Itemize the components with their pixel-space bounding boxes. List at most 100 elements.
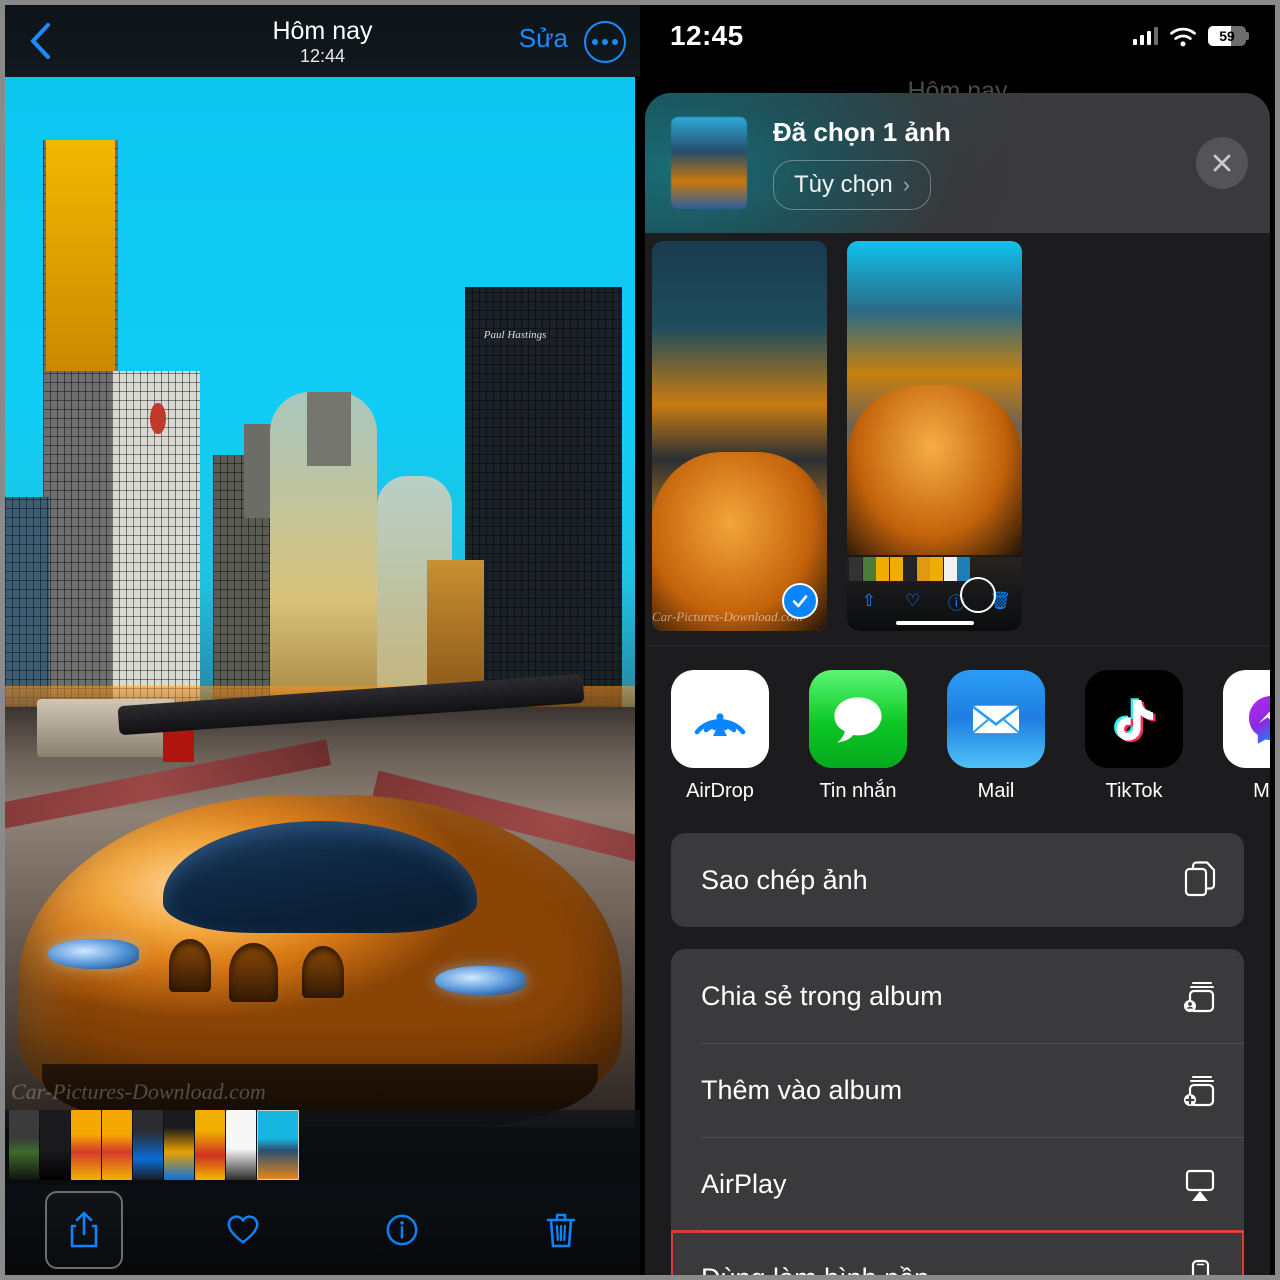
tiktok-icon bbox=[1085, 670, 1183, 768]
hood-vent bbox=[168, 939, 212, 992]
share-button-focus-ring bbox=[45, 1191, 124, 1269]
mini-heart-icon: ♡ bbox=[905, 591, 921, 610]
airdrop-icon bbox=[671, 670, 769, 768]
selection-count-label: Đã chọn 1 ảnh bbox=[773, 116, 951, 147]
heart-icon bbox=[227, 1215, 259, 1244]
preview-card-selected[interactable]: Car-Pictures-Download.com bbox=[652, 241, 827, 631]
status-time: 12:45 bbox=[670, 20, 744, 51]
delete-button[interactable] bbox=[481, 1185, 640, 1275]
photo-watermark: Car-Pictures-Download.com bbox=[11, 1079, 266, 1104]
action-share-in-album[interactable]: Chia sẻ trong album bbox=[671, 949, 1244, 1043]
home-indicator bbox=[895, 621, 974, 625]
action-copy-photo[interactable]: Sao chép ảnh bbox=[671, 833, 1244, 927]
selected-photo-thumbnail bbox=[671, 117, 747, 209]
action-add-to-album[interactable]: Thêm vào album bbox=[671, 1043, 1244, 1137]
share-target-label: Mail bbox=[977, 780, 1015, 802]
filmstrip-thumbnail[interactable] bbox=[102, 1110, 132, 1180]
rooftop-structure bbox=[307, 392, 352, 466]
mini-share-icon: ⇧ bbox=[861, 591, 876, 610]
dual-screenshot-comparison: Hôm nay 12:44 Sửa Paul Hastings Car-Pict… bbox=[0, 0, 1280, 1280]
filmstrip-thumbnail[interactable] bbox=[164, 1110, 194, 1180]
filmstrip-thumbnail-selected[interactable] bbox=[257, 1110, 299, 1180]
filmstrip-thumbnail[interactable] bbox=[40, 1110, 70, 1180]
share-target-messages[interactable]: Tin nhắn bbox=[809, 670, 907, 803]
left-phone-screenshot: Hôm nay 12:44 Sửa Paul Hastings Car-Pict… bbox=[0, 0, 640, 1280]
rooftop-scene bbox=[5, 673, 635, 1127]
filmstrip-thumbnail[interactable] bbox=[71, 1110, 101, 1180]
battery-percentage: 59 bbox=[1219, 28, 1235, 44]
info-circle-icon bbox=[386, 1214, 418, 1246]
action-group-album: Chia sẻ trong album Thêm vào album AirPl… bbox=[671, 949, 1244, 1275]
share-button[interactable] bbox=[5, 1185, 164, 1275]
hood-vent bbox=[301, 945, 345, 999]
photo-filmstrip[interactable] bbox=[5, 1110, 640, 1185]
action-airplay[interactable]: AirPlay bbox=[671, 1137, 1244, 1231]
car-windshield bbox=[162, 821, 478, 933]
checkmark-circle-icon bbox=[792, 595, 808, 608]
share-target-mail[interactable]: Mail bbox=[947, 670, 1045, 803]
selected-checkmark[interactable] bbox=[782, 583, 818, 619]
messenger-icon bbox=[1223, 670, 1270, 768]
share-target-label: TikTok bbox=[1105, 780, 1163, 802]
back-button[interactable] bbox=[19, 19, 61, 63]
photo-toolbar bbox=[5, 1185, 640, 1275]
share-target-label: AirDrop bbox=[686, 780, 754, 802]
favorite-button[interactable] bbox=[164, 1185, 323, 1275]
photo-preview-row: Car-Pictures-Download.com ⇧ ♡ ⓘ 🗑 bbox=[645, 233, 1270, 645]
building-sign: Paul Hastings bbox=[483, 329, 547, 341]
share-target-airdrop[interactable]: AirDrop bbox=[671, 670, 769, 803]
action-label: Sao chép ảnh bbox=[701, 864, 868, 895]
share-up-arrow-icon bbox=[71, 1211, 98, 1248]
building-tower-lit bbox=[45, 140, 116, 371]
preview-card-screenshot[interactable]: ⇧ ♡ ⓘ 🗑 bbox=[847, 241, 1022, 631]
share-apps-row[interactable]: AirDrop Tin nhắn Mail TikTok M bbox=[645, 645, 1270, 821]
edit-button[interactable]: Sửa bbox=[519, 23, 568, 54]
filmstrip-thumbnail[interactable] bbox=[133, 1110, 163, 1180]
close-x-icon bbox=[1213, 154, 1231, 172]
status-bar: 12:45 59 bbox=[640, 5, 1275, 67]
filmstrip-thumbnail[interactable] bbox=[195, 1110, 225, 1180]
touch-indicator bbox=[960, 577, 996, 613]
action-group-copy: Sao chép ảnh bbox=[671, 833, 1244, 927]
preview-watermark: Car-Pictures-Download.com bbox=[652, 609, 803, 624]
share-sheet: Đã chọn 1 ảnh Tùy chọn › Car-Pictures-Do… bbox=[645, 93, 1270, 1275]
action-use-as-wallpaper[interactable]: Dùng làm hình nền bbox=[671, 1230, 1244, 1276]
navbar-title-group: Hôm nay 12:44 bbox=[272, 18, 372, 66]
right-phone-screenshot: 12:45 59 Hôm nay Đã chọn 1 ảnh Tùy chọn … bbox=[640, 0, 1280, 1280]
share-target-label: Tin nhắn bbox=[819, 780, 897, 802]
close-button[interactable] bbox=[1196, 137, 1248, 189]
more-options-button[interactable] bbox=[584, 21, 626, 63]
chevron-left-icon bbox=[30, 22, 51, 60]
photo-canvas[interactable]: Paul Hastings Car-Pictures-Download.com bbox=[5, 77, 635, 1127]
mail-icon bbox=[947, 670, 1045, 768]
cellular-bars-icon bbox=[1132, 27, 1158, 45]
hood-vent bbox=[229, 942, 278, 1002]
chevron-right-icon: › bbox=[902, 171, 911, 197]
headlight-right bbox=[434, 965, 526, 996]
options-button[interactable]: Tùy chọn › bbox=[773, 159, 932, 210]
action-label: Dùng làm hình nền bbox=[701, 1263, 929, 1276]
messages-icon bbox=[809, 670, 907, 768]
ellipsis-dot bbox=[602, 39, 608, 45]
mini-filmstrip bbox=[847, 555, 1022, 581]
airplay-icon bbox=[1180, 1161, 1220, 1207]
info-button[interactable] bbox=[323, 1185, 482, 1275]
share-sheet-info: Đã chọn 1 ảnh Tùy chọn › bbox=[773, 117, 1196, 210]
shared-album-icon bbox=[1180, 973, 1220, 1019]
share-target-tiktok[interactable]: TikTok bbox=[1085, 670, 1183, 803]
action-label: Thêm vào album bbox=[701, 1074, 903, 1105]
ellipsis-dot bbox=[592, 39, 598, 45]
headlight-left bbox=[47, 939, 139, 969]
filmstrip-thumbnail[interactable] bbox=[226, 1110, 256, 1180]
options-button-label: Tùy chọn bbox=[794, 170, 893, 198]
mini-toolbar-icons: ⇧ ♡ ⓘ 🗑 bbox=[847, 581, 1022, 621]
status-indicators: 59 bbox=[1132, 26, 1249, 47]
photo-time: 12:44 bbox=[299, 46, 346, 67]
action-label: AirPlay bbox=[701, 1168, 787, 1199]
wifi-icon bbox=[1170, 27, 1196, 46]
share-target-messenger[interactable]: Mes bbox=[1223, 670, 1270, 803]
sports-car bbox=[17, 795, 623, 1127]
photo-viewer-navbar: Hôm nay 12:44 Sửa bbox=[5, 5, 640, 77]
ellipsis-dot bbox=[612, 39, 618, 45]
filmstrip-thumbnail[interactable] bbox=[9, 1110, 39, 1180]
